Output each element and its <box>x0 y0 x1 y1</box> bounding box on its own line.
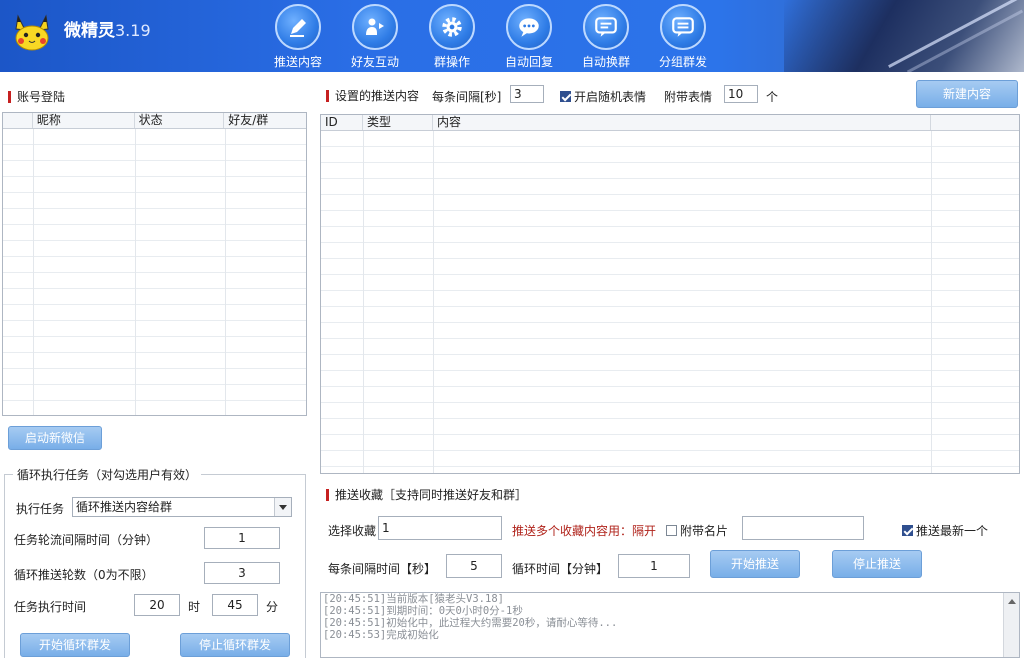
app-version: 3.19 <box>115 21 151 40</box>
log-line: [20:45:51]到期时间：0天0小时0分-1秒 <box>323 605 523 617</box>
log-scrollbar[interactable] <box>1003 593 1019 657</box>
emoji-count-input[interactable]: 10 <box>724 85 758 103</box>
loop-rounds-input[interactable]: 3 <box>204 562 280 584</box>
favorites-section-title: 推送收藏［支持同时推送好友和群］ <box>326 486 527 503</box>
attach-card-checkbox[interactable]: 附带名片 <box>666 522 728 539</box>
emoji-label: 附带表情 <box>664 90 713 104</box>
log-panel[interactable]: [20:45:51]当前版本[猿老头V3.18] [20:45:51]到期时间：… <box>320 592 1020 658</box>
card-input[interactable] <box>742 516 864 540</box>
app-title: 微精灵3.19 <box>64 16 151 41</box>
nav-label: 自动换群 <box>581 55 630 69</box>
select-favorite-label: 选择收藏 <box>328 524 377 538</box>
nav-label: 群操作 <box>433 55 470 69</box>
minute-input[interactable]: 45 <box>212 594 258 616</box>
scroll-up-icon[interactable] <box>1004 593 1020 609</box>
favorite-interval-input[interactable]: 5 <box>446 554 502 578</box>
app-header: 微精灵3.19 推送内容 好友互动 群操作 自动回复 自动换群 分组群发 <box>0 0 1024 72</box>
push-latest-checkbox[interactable]: 推送最新一个 <box>902 522 988 539</box>
content-section-title: 设置的推送内容 <box>326 87 419 104</box>
log-line: [20:45:51]初始化中，此过程大约需要20秒，请耐心等待... <box>323 617 618 629</box>
section-marker <box>326 488 329 501</box>
nav-label: 推送内容 <box>273 55 322 69</box>
column-status[interactable]: 状态 <box>135 113 225 128</box>
cycle-time-input[interactable]: 1 <box>618 554 690 578</box>
interval-label: 任务轮流间隔时间（分钟） <box>14 533 159 547</box>
nav-group-broadcast[interactable]: 分组群发 <box>645 4 721 70</box>
content-table-body[interactable] <box>321 131 1019 473</box>
nav-auto-reply[interactable]: 自动回复 <box>491 4 567 70</box>
task-select[interactable]: 循环推送内容给群 <box>72 497 292 517</box>
stop-push-button[interactable]: 停止推送 <box>832 550 922 578</box>
pikachu-logo-icon <box>15 14 49 51</box>
minute-unit: 分 <box>266 600 279 614</box>
account-table-header: 昵称 状态 好友/群 <box>3 113 306 129</box>
gear-icon <box>429 4 475 50</box>
account-table[interactable]: 昵称 状态 好友/群 <box>2 112 307 416</box>
column-id[interactable]: ID <box>321 115 363 130</box>
nav-push-content[interactable]: 推送内容 <box>260 4 336 70</box>
start-push-button[interactable]: 开始推送 <box>710 550 800 578</box>
section-marker <box>326 89 329 102</box>
account-table-body[interactable] <box>3 129 306 415</box>
column-content[interactable]: 内容 <box>433 115 931 130</box>
nav-label: 自动回复 <box>504 55 553 69</box>
column-nickname[interactable]: 昵称 <box>33 113 135 128</box>
column-friends-groups[interactable]: 好友/群 <box>224 113 306 128</box>
chat-icon <box>506 4 552 50</box>
content-table-header: ID 类型 内容 <box>321 115 1019 131</box>
new-content-button[interactable]: 新建内容 <box>916 80 1018 108</box>
loop-task-group-title: 循环执行任务（对勾选用户有效） <box>13 466 202 483</box>
pen-icon <box>275 4 321 50</box>
time-label: 任务执行时间 <box>14 600 87 614</box>
user-interact-icon <box>352 4 398 50</box>
account-section-title: 账号登陆 <box>8 88 65 105</box>
favorite-select-input[interactable]: 1 <box>378 516 502 540</box>
nav-auto-switch-group[interactable]: 自动换群 <box>568 4 644 70</box>
start-loop-broadcast-button[interactable]: 开始循环群发 <box>20 633 130 657</box>
checkbox-unchecked[interactable] <box>666 525 677 536</box>
favorite-interval-label: 每条间隔时间【秒】 <box>328 562 437 576</box>
checkbox-checked[interactable] <box>560 91 571 102</box>
loop-interval-input[interactable]: 1 <box>204 527 280 549</box>
nav-friend-interact[interactable]: 好友互动 <box>337 4 413 70</box>
log-line: [20:45:51]当前版本[猿老头V3.18] <box>323 593 504 605</box>
content-table[interactable]: ID 类型 内容 <box>320 114 1020 474</box>
content-interval-label: 每条间隔[秒] <box>432 90 502 104</box>
column-type[interactable]: 类型 <box>363 115 433 130</box>
chevron-down-icon[interactable] <box>274 498 291 516</box>
nav-label: 分组群发 <box>658 55 707 69</box>
log-line: [20:45:53]完成初始化 <box>323 629 439 641</box>
chat-swap-icon <box>583 4 629 50</box>
task-label: 执行任务 <box>16 502 65 516</box>
task-select-value: 循环推送内容给群 <box>76 500 173 514</box>
checkbox-checked[interactable] <box>902 525 913 536</box>
nav-group-ops[interactable]: 群操作 <box>414 4 490 70</box>
emoji-unit: 个 <box>766 90 779 104</box>
nav-label: 好友互动 <box>350 55 399 69</box>
random-emoji-checkbox[interactable]: 开启随机表情 <box>560 88 646 105</box>
start-new-wechat-button[interactable]: 启动新微信 <box>8 426 102 450</box>
hour-input[interactable]: 20 <box>134 594 180 616</box>
hour-unit: 时 <box>188 600 201 614</box>
cycle-time-label: 循环时间【分钟】 <box>512 562 609 576</box>
app-name: 微精灵 <box>64 21 115 41</box>
stop-loop-broadcast-button[interactable]: 停止循环群发 <box>180 633 290 657</box>
content-interval-input[interactable]: 3 <box>510 85 544 103</box>
favorites-hint: 推送多个收藏内容用：隔开 <box>512 524 657 538</box>
rounds-label: 循环推送轮数（0为不限） <box>14 568 154 582</box>
section-marker <box>8 90 11 103</box>
chat-group-icon <box>660 4 706 50</box>
